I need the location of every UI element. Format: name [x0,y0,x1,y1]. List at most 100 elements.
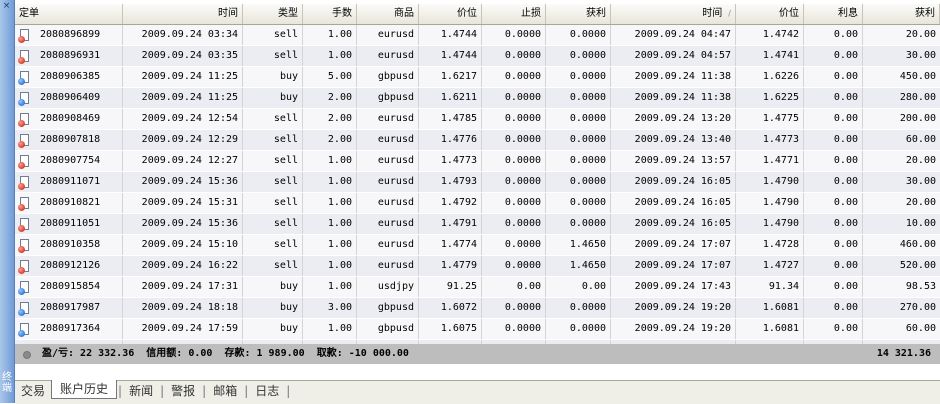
cell-symbol: eurusd [357,25,419,45]
column-header-stop-loss[interactable]: 止损 [482,4,546,24]
cell-open-time: 2009.09.24 12:29 [123,130,243,150]
column-header-profit[interactable]: 获利 [863,4,940,24]
cell-type: sell [243,172,303,192]
tab-3[interactable]: 警报 [165,381,201,401]
tab-2[interactable]: 新闻 [123,381,159,401]
cell-open-price: 91.25 [419,277,482,297]
cell-symbol: usdjpy [357,277,419,297]
cell-profit: 30.00 [905,176,936,187]
table-row[interactable]: 2080917987 2009.09.24 18:18 buy 3.00 gbpusd 1… [15,298,940,319]
cell-profit: 60.00 [905,323,936,334]
cell-symbol: eurusd [357,46,419,66]
cell-swap: 0.00 [804,298,863,318]
cell-take-profit: 0.0000 [546,46,611,66]
cell-profit: 98.53 [905,281,936,292]
cell-type: buy [243,298,303,318]
cell-order: 2080910358 [15,235,123,255]
cell-stop-loss: 0.0000 [482,151,546,171]
table-row[interactable]: 2080912126 2009.09.24 16:22 sell 1.00 eurusd… [15,256,940,277]
table-row[interactable]: 2080896899 2009.09.24 03:34 sell 1.00 eurusd… [15,25,940,46]
cell-profit: 20.00 [905,155,936,166]
cell-take-profit: 0.0000 [546,214,611,234]
cell-profit: 520.00 [899,260,936,271]
close-icon[interactable]: × [2,2,11,11]
cell-stop-loss: 0.0000 [482,319,546,339]
cell-swap: 0.00 [804,109,863,129]
tab-0[interactable]: 交易 [15,381,51,401]
table-row[interactable]: 2080906385 2009.09.24 11:25 buy 5.00 gbpusd 1… [15,67,940,88]
column-header-swap[interactable]: 利息 [804,4,863,24]
cell-open-time: 2009.09.24 15:36 [123,172,243,192]
table-row[interactable]: 2080906409 2009.09.24 11:25 buy 2.00 gbpusd 1… [15,88,940,109]
order-number: 2080907818 [40,134,101,145]
column-header-close-price[interactable]: 价位 [736,4,804,24]
order-number: 2080896931 [40,50,101,61]
table-row[interactable]: 2080911071 2009.09.24 15:36 sell 1.00 eurusd… [15,172,940,193]
cell-take-profit: 0.0000 [546,109,611,129]
column-header-type[interactable]: 类型 [243,4,303,24]
cell-swap: 0.00 [804,151,863,171]
cell-symbol: eurusd [357,214,419,234]
cell-take-profit: 0.0000 [546,25,611,45]
cell-close-price: 1.6225 [736,88,804,108]
table-row[interactable]: 2080907754 2009.09.24 12:27 sell 1.00 eurusd… [15,151,940,172]
cell-close-time: 2009.09.24 13:57 [611,151,736,171]
cell-open-time: 2009.09.24 12:54 [123,109,243,129]
cell-stop-loss: 0.0000 [482,109,546,129]
table-row[interactable]: 2080910358 2009.09.24 15:10 sell 1.00 eurusd… [15,235,940,256]
cell-lots: 1.00 [303,151,357,171]
column-header-order[interactable]: 定单 [15,4,123,24]
summary-total: 14 321.36 [876,348,931,359]
cell-open-price: 1.6075 [419,319,482,339]
tab-1[interactable]: 账户历史 [51,380,118,399]
table-row[interactable]: 2080908469 2009.09.24 12:54 sell 2.00 eurusd… [15,109,940,130]
cell-stop-loss: 0.0000 [482,130,546,150]
cell-order: 2080917364 [15,319,123,339]
column-header-open-time[interactable]: 时间 [123,4,243,24]
tab-4[interactable]: 邮箱 [207,381,243,401]
cell-profit: 270.00 [899,302,936,313]
cell-order: 2080911051 [15,214,123,234]
cell-close-time: 2009.09.24 17:07 [611,256,736,276]
cell-lots: 1.00 [303,214,357,234]
cell-take-profit: 0.0000 [546,172,611,192]
column-header-symbol[interactable]: 商品 [357,4,419,24]
cell-type: sell [243,46,303,66]
cell-swap: 0.00 [804,214,863,234]
column-header-take-profit[interactable]: 获利 [546,4,611,24]
cell-close-time: 2009.09.24 17:07 [611,235,736,255]
order-number: 2080910358 [40,239,101,250]
column-header-label: 获利 [915,8,935,19]
cell-lots: 1.00 [303,235,357,255]
column-header-label: 类型 [278,8,298,19]
table-row[interactable]: 2080896931 2009.09.24 03:35 sell 1.00 eurusd… [15,46,940,67]
cell-swap: 0.00 [804,88,863,108]
table-row[interactable]: 2080910821 2009.09.24 15:31 sell 1.00 eurusd… [15,193,940,214]
cell-take-profit: 1.4650 [546,235,611,255]
cell-take-profit: 0.0000 [546,88,611,108]
cell-type: sell [243,109,303,129]
cell-stop-loss: 0.0000 [482,67,546,87]
cell-type: sell [243,25,303,45]
cell-lots: 1.00 [303,193,357,213]
table-row[interactable]: 2080917364 2009.09.24 17:59 buy 1.00 gbpusd 1… [15,319,940,340]
order-number: 2080910821 [40,197,101,208]
order-document-icon [18,259,30,274]
cell-close-time: 2009.09.24 17:43 [611,277,736,297]
cell-open-price: 1.4785 [419,109,482,129]
table-row[interactable]: 2080907818 2009.09.24 12:29 sell 2.00 eurusd… [15,130,940,151]
cell-symbol: eurusd [357,172,419,192]
column-header-lots[interactable]: 手数 [303,4,357,24]
column-header-close-time[interactable]: 时间 / [611,4,736,24]
cell-stop-loss: 0.00 [482,277,546,297]
cell-profit: 280.00 [899,92,936,103]
column-header-label: 时间 [218,8,238,19]
table-row[interactable]: 2080911051 2009.09.24 15:36 sell 1.00 eurusd… [15,214,940,235]
tab-5[interactable]: 日志 [249,381,285,401]
cell-stop-loss: 0.0000 [482,298,546,318]
cell-lots: 1.00 [303,25,357,45]
table-row[interactable]: 2080915854 2009.09.24 17:31 buy 1.00 usdjpy 9… [15,277,940,298]
column-header-open-price[interactable]: 价位 [419,4,482,24]
order-number: 2080911051 [40,218,101,229]
cell-open-time: 2009.09.24 03:34 [123,25,243,45]
